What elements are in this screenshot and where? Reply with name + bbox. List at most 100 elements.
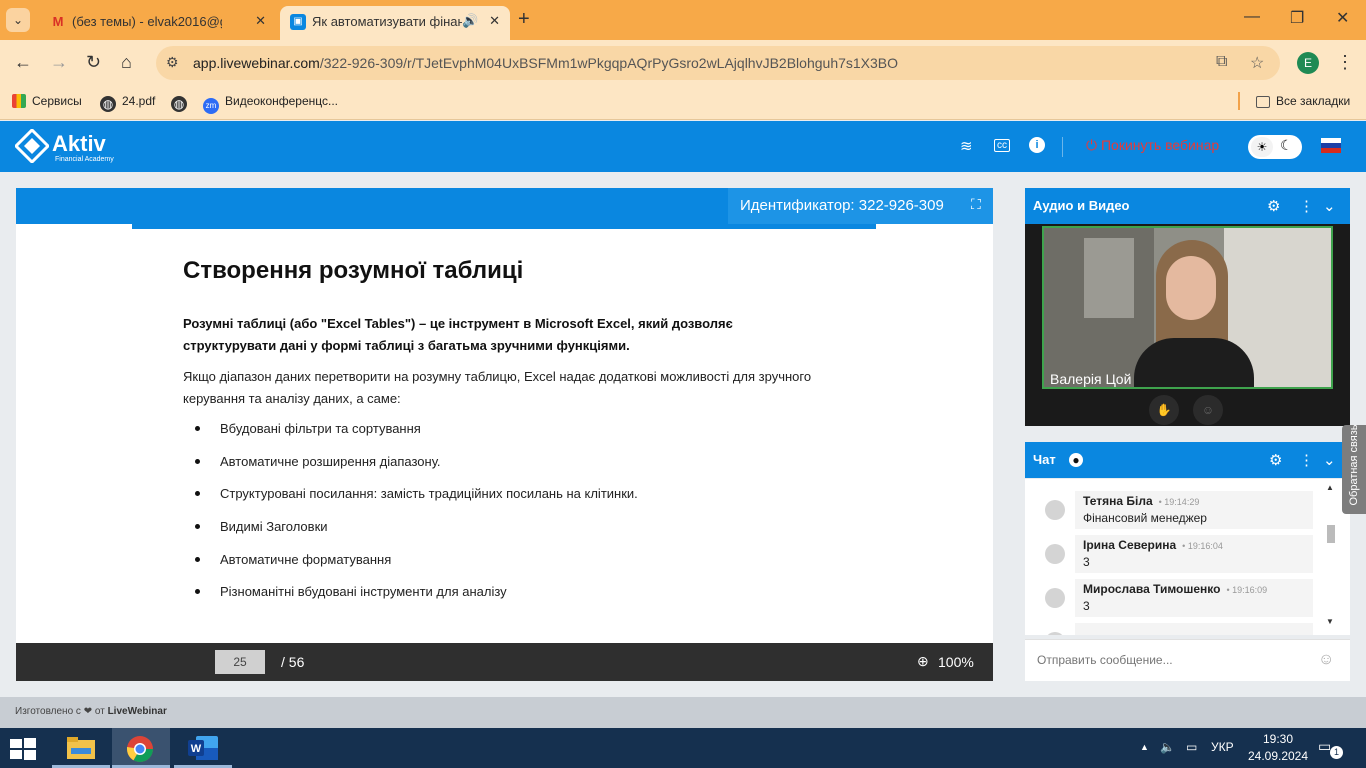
globe-icon: ◍ xyxy=(171,96,187,112)
gear-icon[interactable]: ⚙ xyxy=(1267,197,1280,215)
gear-icon[interactable]: ⚙ xyxy=(1269,451,1282,469)
list-item: Видимі Заголовки xyxy=(183,519,638,552)
chevron-down-icon[interactable]: ⌄ xyxy=(1323,197,1336,215)
volume-icon[interactable]: 🔈 xyxy=(1160,740,1175,754)
chat-message-partial xyxy=(1045,623,1313,635)
chat-panel-header: Чат ● ⚙ ⋮ ⌄ xyxy=(1025,442,1350,478)
url-text[interactable]: app.livewebinar.com/322-926-309/r/TJetEv… xyxy=(193,55,898,71)
presentation-slide: Створення розумної таблиці Розумні табли… xyxy=(16,224,993,643)
presentation-toolbar: Идентификатор: 322-926-309 ⛶ xyxy=(16,188,993,224)
chrome-app[interactable] xyxy=(112,728,170,768)
zoom-icon[interactable]: ⊕ xyxy=(917,653,929,670)
theme-toggle[interactable]: ☀ ☾ xyxy=(1248,135,1302,159)
feedback-tab[interactable]: Обратная связь xyxy=(1342,424,1366,514)
moon-icon: ☾ xyxy=(1280,137,1293,153)
speaker-name: Валерія Цой xyxy=(1050,371,1132,387)
message-text: Фінансовий менеджер xyxy=(1083,511,1207,525)
tab-gmail[interactable]: M (без темы) - elvak2016@gmail. ✕ xyxy=(40,6,276,40)
taskbar-clock[interactable]: 19:30 24.09.2024 xyxy=(1246,731,1310,765)
back-icon[interactable]: ← xyxy=(14,52,32,73)
svg-text:W: W xyxy=(191,743,202,755)
restore-icon[interactable]: ❐ xyxy=(1290,8,1304,28)
close-tab-icon[interactable]: ✕ xyxy=(255,13,266,29)
livewebinar-link[interactable]: LiveWebinar xyxy=(108,706,167,717)
logo-subtitle: Financial Academy xyxy=(55,156,114,163)
forward-icon[interactable]: → xyxy=(50,52,68,73)
omnibox[interactable]: ⚙ app.livewebinar.com/322-926-309/r/TJet… xyxy=(156,46,1280,80)
closed-captions-icon[interactable]: cc xyxy=(994,139,1010,152)
folder-icon xyxy=(1256,96,1270,108)
audio-video-panel-header: Аудио и Видео ⚙ ⋮ ⌄ xyxy=(1025,188,1350,224)
message-author: Мирослава Тимошенко • 19:16:09 xyxy=(1083,582,1268,596)
globe-icon: ◍ xyxy=(100,96,116,112)
scroll-down-icon[interactable]: ▼ xyxy=(1326,617,1334,626)
scroll-up-icon[interactable]: ▲ xyxy=(1326,483,1334,492)
close-tab-icon[interactable]: ✕ xyxy=(489,13,500,29)
wifi-icon[interactable]: ≋ xyxy=(960,137,973,155)
bookmarks-bar: Сервисы ◍ 24.pdf ◍ zm Видеоконференцс... В… xyxy=(0,86,1366,120)
notification-count: 1 xyxy=(1330,746,1343,759)
browser-menu-icon[interactable]: ⋮ xyxy=(1336,52,1354,73)
home-icon[interactable]: ⌂ xyxy=(121,52,132,73)
slide-accent-line xyxy=(132,224,876,229)
gmail-icon: M xyxy=(52,14,64,29)
new-tab-icon[interactable]: + xyxy=(518,8,530,31)
user-avatar-icon[interactable]: ● xyxy=(1069,453,1083,467)
bookmark-apps[interactable]: Сервисы xyxy=(12,94,82,108)
battery-icon[interactable]: ▭ xyxy=(1186,740,1197,754)
bookmark-globe[interactable]: ◍ xyxy=(171,94,193,112)
zoom-level[interactable]: 100% xyxy=(938,654,974,670)
panel-title: Аудио и Видео xyxy=(1033,198,1130,213)
chevron-down-icon[interactable]: ⌄ xyxy=(1323,451,1336,469)
browser-tab-strip: ⌄ M (без темы) - elvak2016@gmail. ✕ ▣ Як… xyxy=(0,0,1366,40)
chat-message-input[interactable] xyxy=(1037,650,1307,670)
page-number-input[interactable] xyxy=(215,650,265,674)
scrollbar-thumb[interactable] xyxy=(1327,525,1335,543)
slide-bullet-list: Вбудовані фільтри та сортування Автомати… xyxy=(183,421,638,617)
all-bookmarks[interactable]: Все закладки xyxy=(1256,94,1350,108)
clock-date: 24.09.2024 xyxy=(1247,749,1309,763)
info-icon[interactable]: i xyxy=(1029,137,1045,153)
chat-scrollbar[interactable]: ▲ ▼ xyxy=(1325,483,1337,631)
speaker-video[interactable]: Валерія Цой xyxy=(1042,226,1333,389)
raise-hand-icon[interactable]: ✋ xyxy=(1149,395,1179,425)
more-vertical-icon[interactable]: ⋮ xyxy=(1299,197,1314,215)
windows-start-icon[interactable] xyxy=(10,738,36,760)
slide-paragraph: Якщо діапазон даних перетворити на розум… xyxy=(183,369,812,406)
speaker-icon[interactable]: 🔊 xyxy=(462,13,478,29)
profile-avatar[interactable]: E xyxy=(1297,52,1319,74)
avatar xyxy=(1045,544,1065,564)
logo-text: Aktiv xyxy=(52,131,106,156)
message-text: 3 xyxy=(1083,599,1090,613)
close-window-icon[interactable]: ✕ xyxy=(1336,8,1349,28)
bookmark-star-icon[interactable]: ☆ xyxy=(1250,53,1264,73)
chat-messages[interactable]: Тетяна Біла • 19:14:29 Фінансовий менедже… xyxy=(1025,479,1350,635)
windows-taskbar: W ▲ 🔈 ▭ УКР 19:30 24.09.2024 ▭ 1 xyxy=(0,728,1366,768)
webinar-header: Aktiv Financial Academy ≋ cc i ⏻ Покинут… xyxy=(0,121,1366,172)
tab-webinar[interactable]: ▣ Як автоматизувати фінансо 🔊 ✕ xyxy=(280,6,510,40)
folder-icon xyxy=(67,737,95,759)
fullscreen-icon[interactable]: ⛶ xyxy=(971,196,981,213)
minimize-icon[interactable]: — xyxy=(1244,8,1260,26)
tab-title: Як автоматизувати фінансо xyxy=(312,14,462,29)
site-info-icon[interactable]: ⚙ xyxy=(166,54,179,71)
language-flag-ru-icon[interactable] xyxy=(1321,138,1341,153)
tab-search-chevron-icon[interactable]: ⌄ xyxy=(6,8,30,32)
more-vertical-icon[interactable]: ⋮ xyxy=(1299,451,1314,469)
avatar xyxy=(1045,500,1065,520)
file-explorer-app[interactable] xyxy=(52,728,110,768)
chrome-icon xyxy=(126,736,154,763)
reaction-icon[interactable]: ☺ xyxy=(1193,395,1223,425)
language-indicator[interactable]: УКР xyxy=(1211,740,1234,754)
translate-icon[interactable]: ⧉ xyxy=(1216,53,1227,71)
notifications-icon[interactable]: ▭ 1 xyxy=(1318,738,1343,759)
bookmark-pdf[interactable]: ◍ 24.pdf xyxy=(100,94,155,112)
tray-chevron-icon[interactable]: ▲ xyxy=(1140,742,1149,752)
leave-webinar-button[interactable]: ⏻ Покинуть вебинар xyxy=(1086,137,1219,154)
page-footer: Изготовлено с ❤ от LiveWebinar xyxy=(0,697,1366,728)
message-author: Ірина Северина • 19:16:04 xyxy=(1083,538,1223,552)
reload-icon[interactable]: ↻ xyxy=(86,52,101,73)
word-app[interactable]: W xyxy=(174,728,232,768)
emoji-icon[interactable]: ☺ xyxy=(1318,651,1334,669)
bookmark-zoom[interactable]: zm Видеоконференцс... xyxy=(203,94,338,114)
